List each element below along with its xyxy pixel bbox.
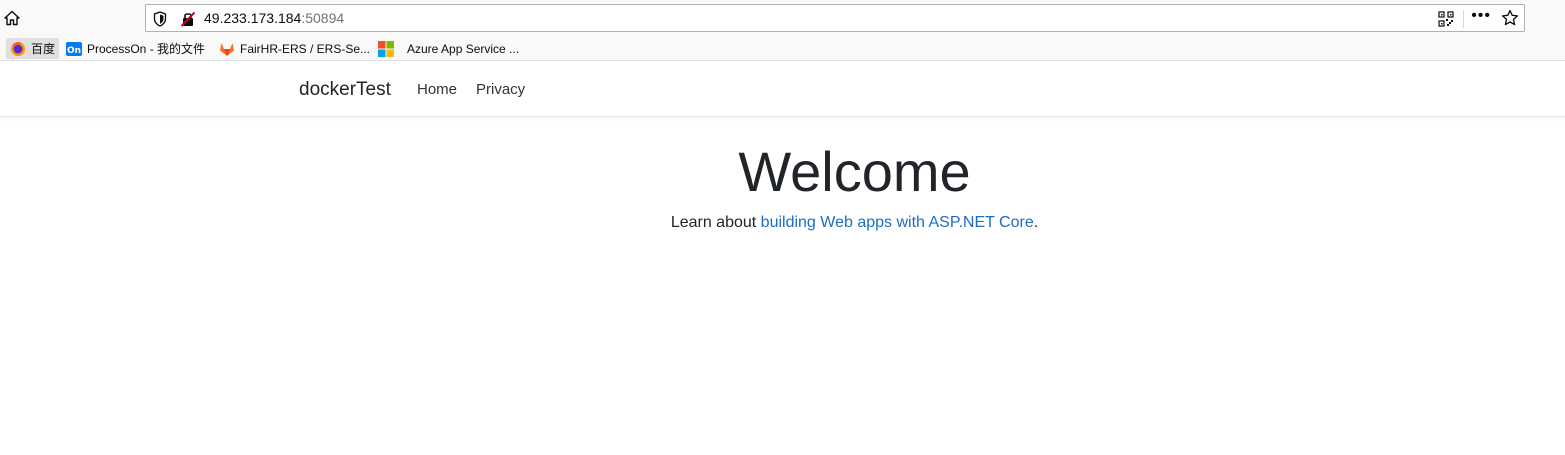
learn-suffix: . bbox=[1033, 214, 1039, 231]
page-actions-menu-icon[interactable]: ••• bbox=[1471, 7, 1491, 25]
qr-code-icon[interactable] bbox=[1438, 11, 1454, 27]
urlbar-separator bbox=[1463, 10, 1464, 28]
microsoft-icon bbox=[378, 40, 394, 57]
learn-prefix: Learn about bbox=[670, 214, 761, 231]
svg-text:On: On bbox=[67, 46, 81, 56]
url-host: 49.233.173.184 bbox=[204, 10, 302, 26]
url-port: :50894 bbox=[301, 10, 345, 26]
page-title: Welcome bbox=[738, 140, 971, 203]
firefox-icon bbox=[10, 41, 26, 57]
url-bar[interactable]: 49.233.173.184:50894 ••• bbox=[145, 4, 1525, 32]
insecure-connection-icon[interactable] bbox=[180, 11, 196, 27]
bookmarks-toolbar: 百度 On ProcessOn - 我的文件 FairHR-ERS / ERS-… bbox=[0, 36, 1565, 61]
bookmark-label: Azure App Service ... bbox=[407, 41, 520, 56]
bookmark-fairhr[interactable]: FairHR-ERS / ERS-Se... bbox=[215, 38, 374, 59]
bookmark-label: FairHR-ERS / ERS-Se... bbox=[240, 41, 371, 56]
aspnet-docs-link[interactable]: building Web apps with ASP.NET Core bbox=[761, 214, 1034, 231]
bookmark-azure-app-service[interactable]: Azure App Service ... bbox=[374, 38, 523, 59]
url-text[interactable]: 49.233.173.184:50894 bbox=[204, 10, 344, 26]
processon-icon: On bbox=[66, 41, 82, 57]
home-icon[interactable] bbox=[2, 8, 22, 28]
shield-icon[interactable] bbox=[153, 11, 167, 27]
site-navbar: dockerTest Home Privacy bbox=[0, 61, 1565, 117]
nav-link-privacy[interactable]: Privacy bbox=[476, 81, 525, 99]
learn-paragraph: Learn about building Web apps with ASP.N… bbox=[0, 213, 1565, 233]
bookmark-label: ProcessOn - 我的文件 bbox=[87, 42, 206, 56]
bookmark-label: 百度 bbox=[31, 42, 56, 56]
browser-toolbar: 49.233.173.184:50894 ••• bbox=[0, 0, 1565, 36]
bookmark-baidu[interactable]: 百度 bbox=[6, 38, 60, 59]
gitlab-icon bbox=[219, 41, 235, 57]
nav-link-home[interactable]: Home bbox=[417, 81, 457, 99]
navbar-brand[interactable]: dockerTest bbox=[299, 79, 391, 101]
bookmark-processon[interactable]: On ProcessOn - 我的文件 bbox=[62, 38, 209, 59]
bookmark-star-icon[interactable] bbox=[1501, 9, 1519, 27]
